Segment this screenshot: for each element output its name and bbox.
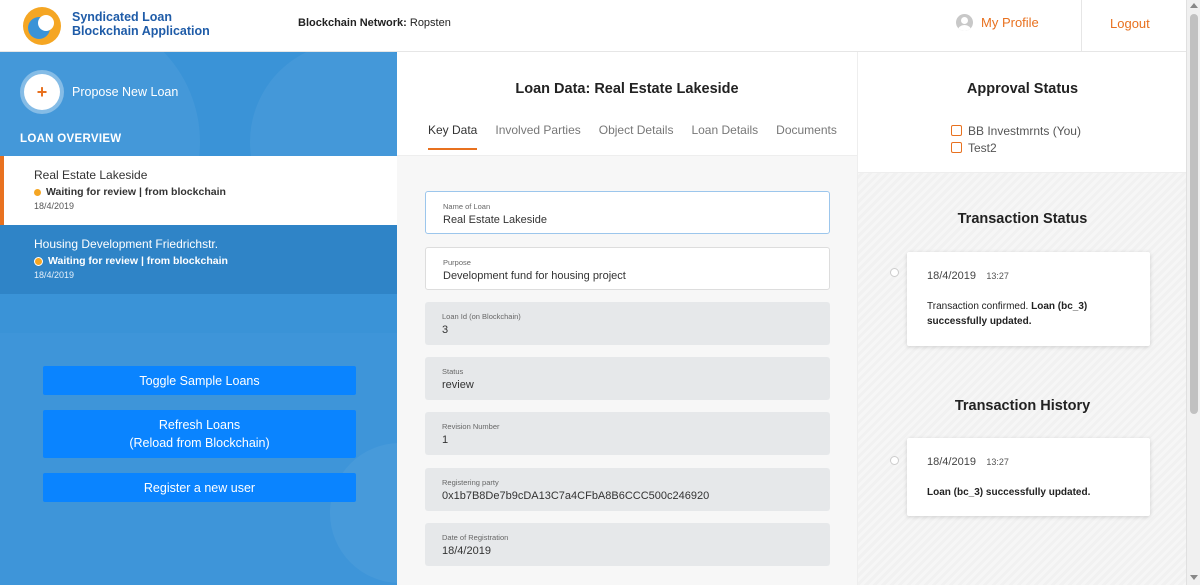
status-field: Status review: [425, 357, 830, 400]
sidebar-decoration: [330, 443, 397, 583]
network-label: Blockchain Network:: [298, 17, 407, 29]
app-title: Syndicated Loan Blockchain Application: [72, 10, 210, 38]
name-of-loan-field[interactable]: Name of Loan Real Estate Lakeside: [425, 191, 830, 234]
loan-tabs: Key Data Involved Parties Object Details…: [428, 123, 837, 150]
card-time: 13:27: [986, 457, 1009, 467]
loan-detail-panel: Loan Data: Real Estate Lakeside Key Data…: [397, 52, 857, 585]
loan-status-text: Waiting for review | from blockchain: [46, 186, 226, 198]
app-title-line2: Blockchain Application: [72, 24, 210, 38]
network-value: Ropsten: [409, 17, 451, 29]
my-profile-link[interactable]: My Profile: [956, 14, 1039, 31]
refresh-loans-label: Refresh Loans: [158, 418, 241, 432]
status-dot-icon: [34, 188, 41, 196]
card-message: Loan (bc_3) successfully updated.: [927, 485, 1130, 500]
loan-status: Waiting for review | from blockchain: [34, 255, 397, 267]
status-dot-icon: [34, 256, 43, 266]
scroll-down-arrow-icon[interactable]: [1190, 575, 1198, 580]
card-message-bold: Loan (bc_3) successfully updated.: [927, 487, 1091, 498]
approval-checkbox-icon: [951, 142, 962, 153]
approver-item: Test2: [951, 139, 1081, 156]
logout-link[interactable]: Logout: [1110, 16, 1150, 31]
page-title: Loan Data: Real Estate Lakeside: [515, 81, 739, 97]
loan-list-item-real-estate-lakeside[interactable]: Real Estate Lakeside Waiting for review …: [0, 156, 397, 225]
sidebar: + Propose New Loan LOAN OVERVIEW Real Es…: [0, 52, 397, 585]
status-panel: Approval Status BB Investmrnts (You) Tes…: [857, 52, 1187, 585]
app-logo-icon: [23, 7, 61, 45]
page-scrollbar[interactable]: [1186, 0, 1200, 585]
refresh-loans-sublabel: (Reload from Blockchain): [129, 436, 270, 450]
user-avatar-icon: [956, 14, 973, 31]
tab-key-data[interactable]: Key Data: [428, 123, 478, 150]
tab-object-details[interactable]: Object Details: [599, 123, 674, 150]
scrollbar-thumb[interactable]: [1190, 14, 1198, 414]
field-value: review: [442, 379, 474, 391]
field-label: Registering party: [442, 478, 499, 487]
field-value: Development fund for housing project: [443, 270, 626, 282]
field-value: 1: [442, 434, 449, 446]
loan-date: 18/4/2019: [34, 201, 75, 211]
approver-name: BB Investmrnts (You): [968, 123, 1081, 138]
network-indicator: Blockchain Network: Ropsten: [298, 17, 451, 29]
refresh-loans-button[interactable]: Refresh Loans (Reload from Blockchain): [43, 410, 356, 458]
loan-status: Waiting for review | from blockchain: [34, 186, 397, 198]
field-label: Loan Id (on Blockchain): [442, 312, 521, 321]
propose-new-loan-button[interactable]: + Propose New Loan: [24, 74, 178, 110]
card-message: Transaction confirmed. Loan (bc_3) succe…: [927, 299, 1130, 329]
propose-new-loan-label: Propose New Loan: [72, 85, 179, 99]
tab-documents[interactable]: Documents: [776, 123, 837, 150]
toggle-sample-loans-button[interactable]: Toggle Sample Loans: [43, 366, 356, 395]
loan-overview-title: LOAN OVERVIEW: [20, 133, 122, 145]
header-divider: [1081, 0, 1082, 52]
tab-loan-details[interactable]: Loan Details: [691, 123, 758, 150]
loan-id-field: Loan Id (on Blockchain) 3: [425, 302, 830, 345]
timeline-dot-icon: [890, 268, 899, 277]
field-label: Name of Loan: [443, 202, 491, 211]
approval-status-title: Approval Status: [966, 81, 1079, 97]
field-label: Status: [442, 367, 464, 376]
my-profile-label: My Profile: [981, 15, 1039, 30]
approver-name: Test2: [968, 140, 997, 155]
field-value: 3: [442, 324, 449, 336]
sidebar-actions: Toggle Sample Loans Refresh Loans (Reloa…: [0, 333, 397, 585]
tab-involved-parties[interactable]: Involved Parties: [495, 123, 580, 150]
field-label: Date of Registration: [442, 533, 509, 542]
register-new-user-button[interactable]: Register a new user: [43, 473, 356, 502]
revision-number-field: Revision Number 1: [425, 412, 830, 455]
loan-list-item-housing-development[interactable]: Housing Development Friedrichstr. Waitin…: [0, 225, 397, 294]
transaction-history-title: Transaction History: [954, 398, 1091, 414]
purpose-field[interactable]: Purpose Development fund for housing pro…: [425, 247, 830, 290]
loan-list: Real Estate Lakeside Waiting for review …: [0, 156, 397, 294]
field-label: Purpose: [443, 258, 471, 267]
loan-detail-header: Loan Data: Real Estate Lakeside Key Data…: [397, 52, 857, 156]
card-message-prefix: Transaction confirmed.: [927, 301, 1032, 312]
scroll-up-arrow-icon[interactable]: [1190, 3, 1198, 8]
approver-item: BB Investmrnts (You): [951, 122, 1081, 139]
card-date: 18/4/2019: [927, 456, 976, 468]
card-time: 13:27: [986, 271, 1009, 281]
registering-party-field: Registering party 0x1b7B8De7b9cDA13C7a4C…: [425, 468, 830, 511]
date-of-registration-field: Date of Registration 18/4/2019: [425, 523, 830, 566]
loan-name: Real Estate Lakeside: [34, 168, 148, 182]
app-header: Syndicated Loan Blockchain Application B…: [0, 0, 1186, 52]
field-value: Real Estate Lakeside: [443, 214, 547, 226]
approval-status-section: Approval Status BB Investmrnts (You) Tes…: [858, 52, 1187, 173]
plus-icon: +: [24, 74, 60, 110]
approval-checkbox-icon: [951, 125, 962, 136]
transaction-status-title: Transaction Status: [957, 211, 1088, 227]
approver-list: BB Investmrnts (You) Test2: [951, 122, 1081, 156]
transaction-history-card: 18/4/2019 13:27 Loan (bc_3) successfully…: [907, 438, 1150, 516]
transaction-status-card: 18/4/2019 13:27 Transaction confirmed. L…: [907, 252, 1150, 346]
loan-date: 18/4/2019: [34, 270, 75, 280]
field-value: 0x1b7B8De7b9cDA13C7a4CFbA8B6CCC500c24692…: [442, 490, 710, 502]
loan-name: Housing Development Friedrichstr.: [34, 237, 219, 251]
timeline-dot-icon: [890, 456, 899, 465]
field-label: Revision Number: [442, 422, 500, 431]
app-title-line1: Syndicated Loan: [72, 10, 173, 24]
loan-status-text: Waiting for review | from blockchain: [48, 255, 228, 267]
field-value: 18/4/2019: [442, 545, 491, 557]
card-date: 18/4/2019: [927, 270, 976, 282]
